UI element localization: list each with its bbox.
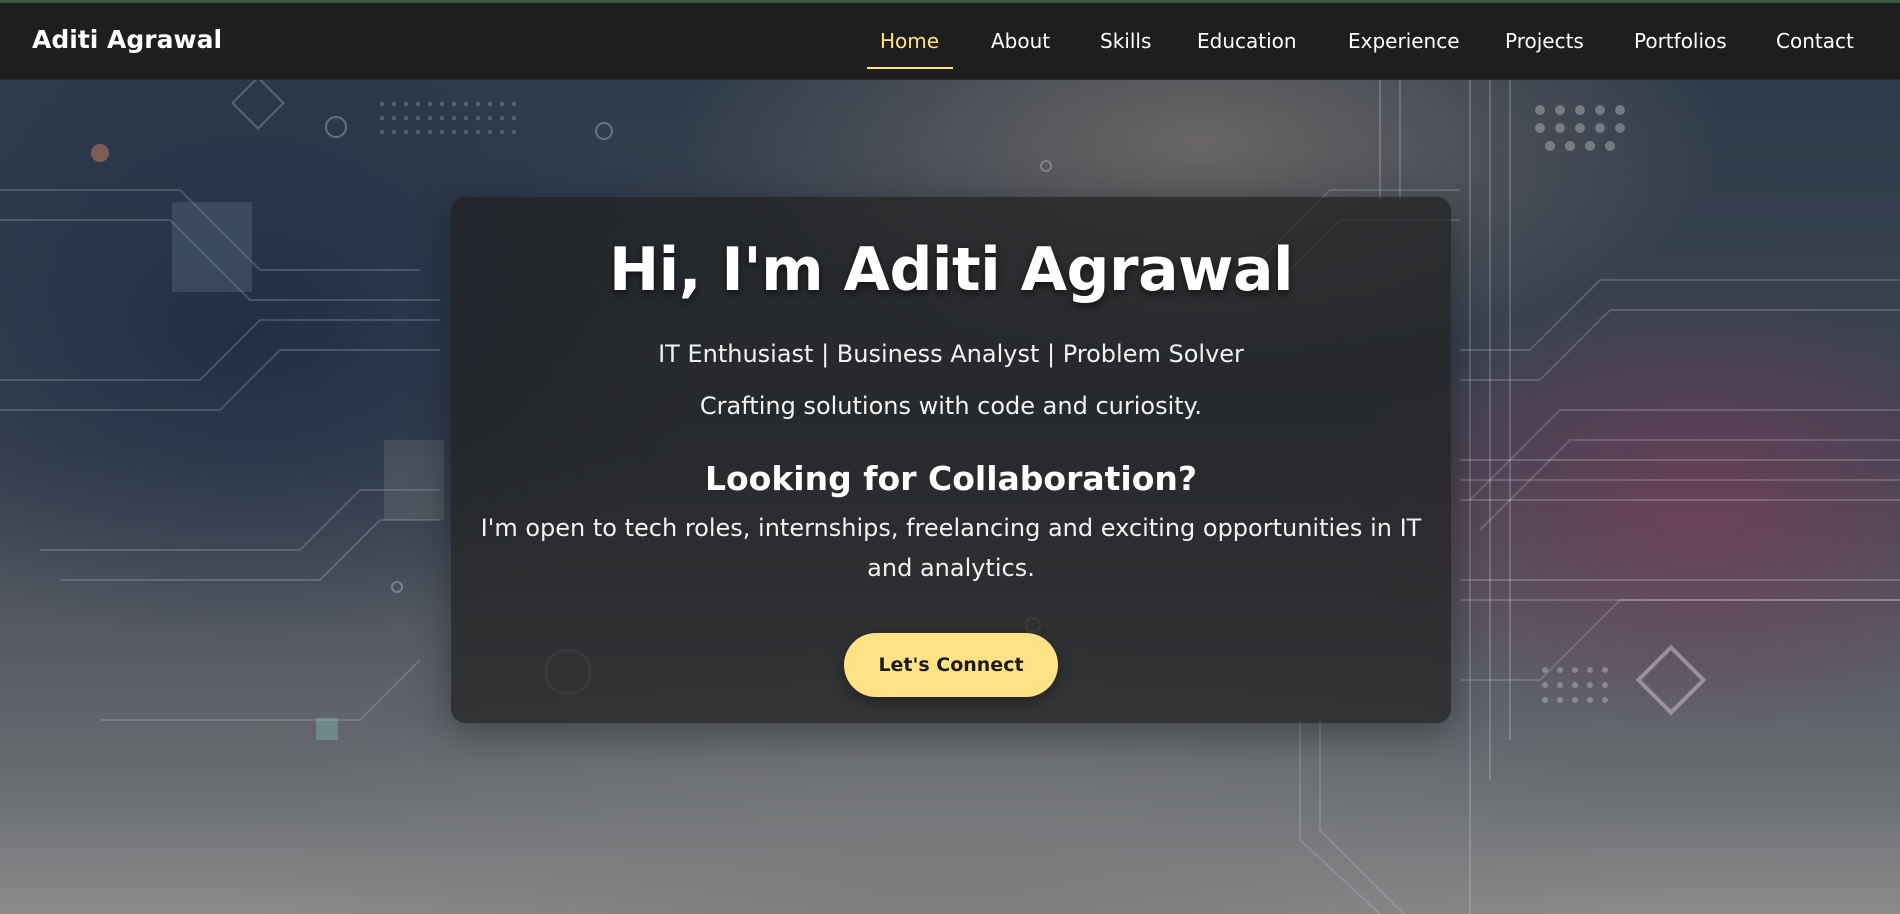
lets-connect-button[interactable]: Let's Connect xyxy=(844,633,1058,697)
nav-link-experience[interactable]: Experience xyxy=(1348,29,1460,53)
nav-link-about[interactable]: About xyxy=(991,29,1050,53)
nav-link-skills[interactable]: Skills xyxy=(1100,29,1151,53)
collaboration-heading: Looking for Collaboration? xyxy=(704,459,1198,498)
hero-title: Hi, I'm Aditi Agrawal xyxy=(608,235,1294,305)
nav-link-portfolios[interactable]: Portfolios xyxy=(1634,29,1727,53)
hero-section: Hi, I'm Aditi Agrawal IT Enthusiast | Bu… xyxy=(0,80,1900,914)
nav-active-underline xyxy=(867,67,953,69)
hero-tagline: IT Enthusiast | Business Analyst | Probl… xyxy=(658,340,1244,368)
hero-subtagline: Crafting solutions with code and curiosi… xyxy=(699,392,1203,420)
nav-link-projects[interactable]: Projects xyxy=(1505,29,1584,53)
nav-link-home[interactable]: Home xyxy=(880,29,939,53)
hero-card: Hi, I'm Aditi Agrawal IT Enthusiast | Bu… xyxy=(451,197,1451,723)
nav-link-education[interactable]: Education xyxy=(1197,29,1297,53)
nav-menu: Home About Skills Education Experience P… xyxy=(0,3,1900,79)
collaboration-text: I'm open to tech roles, internships, fre… xyxy=(480,514,1422,582)
nav-link-contact[interactable]: Contact xyxy=(1776,29,1854,53)
navbar: Aditi Agrawal Home About Skills Educatio… xyxy=(0,0,1900,80)
